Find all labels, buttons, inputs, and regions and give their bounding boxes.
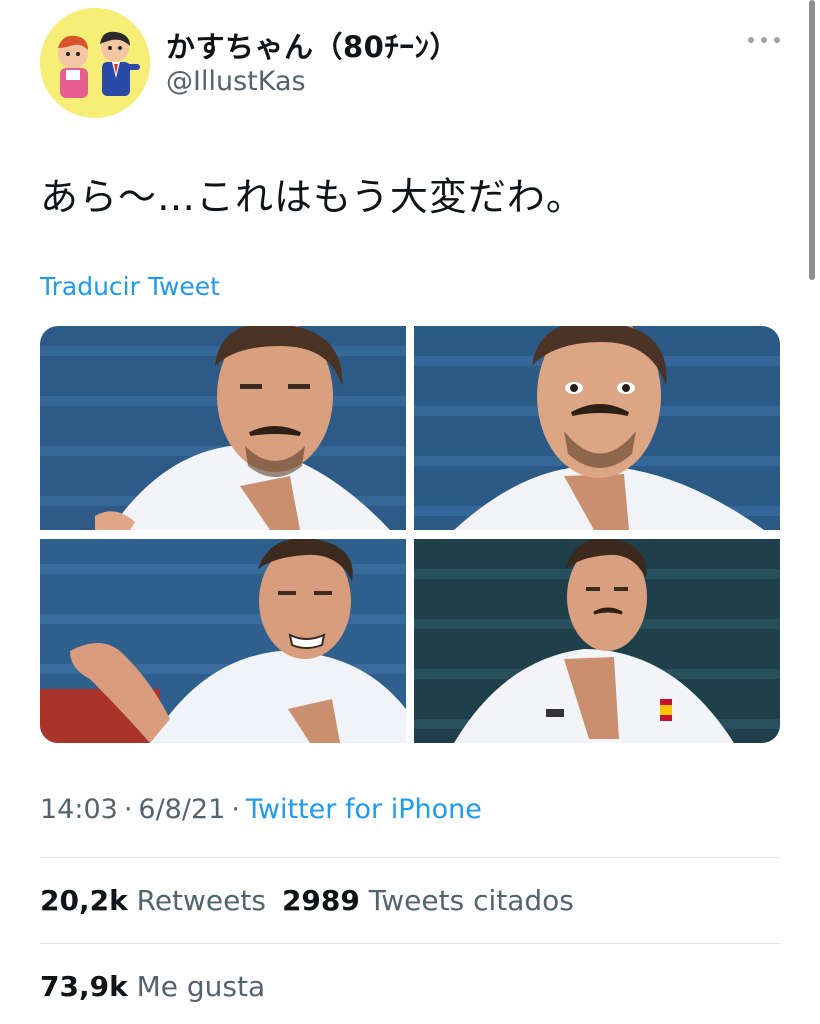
tweet-photo[interactable] — [414, 539, 780, 743]
divider — [40, 857, 780, 858]
translate-tweet-link[interactable]: Traducir Tweet — [40, 272, 220, 301]
engagement-stats: 20,2k Retweets 2989 Tweets citados — [40, 884, 574, 917]
user-handle[interactable]: @IllustKas — [166, 66, 306, 97]
more-dot — [761, 37, 767, 43]
more-dot — [774, 37, 780, 43]
tweet-photo[interactable] — [40, 539, 406, 743]
meta-separator: · — [231, 794, 240, 825]
likes-stat[interactable]: 73,9k Me gusta — [40, 970, 265, 1003]
avatar-illustration — [40, 8, 150, 118]
likes-count: 73,9k — [40, 970, 128, 1003]
tweet-photo[interactable] — [414, 326, 780, 530]
retweets-count: 20,2k — [40, 884, 128, 917]
meta-separator: · — [123, 794, 133, 825]
likes-label: Me gusta — [136, 970, 266, 1003]
retweets-label: Retweets — [136, 884, 266, 917]
tweet-time[interactable]: 14:03 — [40, 794, 118, 825]
tweet-date[interactable]: 6/8/21 — [138, 794, 225, 825]
tweet-source-link[interactable]: Twitter for iPhone — [246, 794, 482, 825]
tweet-detail-page: かすちゃん（80ﾁｰﾝ） @IllustKas あら～…これはもう大変だわ。 T… — [0, 0, 820, 1024]
quotes-stat[interactable]: 2989 Tweets citados — [282, 884, 574, 917]
divider — [40, 943, 780, 944]
more-dot — [748, 37, 754, 43]
avatar[interactable] — [40, 8, 150, 118]
more-options-icon[interactable] — [748, 28, 780, 52]
tweet-text: あら～…これはもう大変だわ。 — [40, 175, 585, 219]
quotes-label: Tweets citados — [368, 884, 574, 917]
tweet-photo[interactable] — [40, 326, 406, 530]
retweets-stat[interactable]: 20,2k Retweets — [40, 884, 266, 917]
scrollbar[interactable] — [809, 0, 815, 280]
tweet-meta: 14:03 · 6/8/21 · Twitter for iPhone — [40, 794, 482, 825]
display-name[interactable]: かすちゃん（80ﾁｰﾝ） — [166, 24, 459, 66]
media-grid — [40, 326, 780, 743]
quotes-count: 2989 — [281, 884, 360, 917]
